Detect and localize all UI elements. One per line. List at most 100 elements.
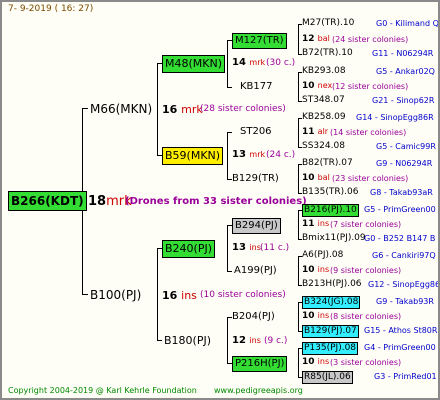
l4-node[interactable]: B82(TR).07 (302, 159, 353, 168)
l3-note: (14 sister colonies) (330, 128, 407, 137)
l4-ref: G11 - N06294R (372, 49, 434, 58)
l3-node[interactable]: A199(PJ) (234, 266, 277, 276)
l2-node[interactable]: B180(PJ) (164, 335, 211, 346)
root-queen[interactable]: B266(KDT) (8, 191, 87, 211)
connector (298, 256, 299, 285)
l4-node[interactable]: A6(PJ).08 (302, 251, 343, 260)
l3-note: (3 sister colonies) (330, 358, 402, 367)
l4-ref: G0 - Kilimand Q (376, 19, 439, 28)
l1-node[interactable]: M66(MKN) (90, 103, 152, 115)
gen-abbr: alr (317, 127, 329, 136)
connector (298, 118, 299, 147)
l1-note: (28 sister colonies) (200, 104, 286, 114)
l4-node[interactable]: R85(JL).06 (302, 371, 353, 384)
connector (82, 108, 88, 109)
footer-url[interactable]: www.pedigreeapis.org (214, 387, 303, 395)
l2-gen: 14 mrk (232, 58, 265, 68)
l2-gen: 12 ins (232, 336, 261, 346)
gen-number: 11 (302, 219, 315, 229)
l3-note: (23 sister colonies) (332, 174, 409, 183)
l4-ref: G5 - Camic99R (376, 142, 436, 151)
l3-node[interactable]: KB177 (240, 82, 273, 92)
gen-number: 10 (302, 81, 315, 91)
l2-note: (30 c.) (266, 58, 296, 68)
l4-node[interactable]: B129(PJ).07 (302, 325, 359, 338)
connector (298, 302, 299, 331)
l1-gen: 16 mrk (162, 104, 203, 115)
l4-ref: G9 - Takab93R (376, 297, 434, 306)
l2-note: (11 c.) (260, 243, 290, 253)
l4-node[interactable]: B213H(PJ).06 (302, 280, 362, 289)
l3-node[interactable]: M127(TR) (232, 33, 287, 49)
l3-node[interactable]: B294(PJ) (232, 218, 281, 234)
connector (227, 40, 228, 87)
l3-gen: 10 nex (302, 82, 332, 91)
l2-node[interactable]: M48(MKN) (162, 55, 226, 73)
node-id: B240(PJ) (165, 242, 213, 255)
date-stamp: 7- 9-2019 ( 16: 27) (8, 4, 94, 14)
l4-node[interactable]: B72(TR).10 (302, 49, 353, 58)
gen-number: 13 (232, 242, 246, 253)
node-id: B324(JG).08 (304, 297, 359, 307)
l4-node[interactable]: B324(JG).08 (302, 296, 361, 309)
l1-note: (10 sister colonies) (200, 290, 286, 300)
gen-number: 14 (232, 57, 246, 68)
l4-ref: G3 - PrimRed01 (374, 372, 437, 381)
l2-node[interactable]: B240(PJ) (162, 240, 216, 258)
l4-node[interactable]: KB258.09 (302, 113, 346, 122)
connector (227, 87, 232, 88)
l3-note: (8 sister colonies) (330, 312, 402, 321)
l3-node[interactable]: ST206 (240, 127, 272, 137)
gen-number: 11 (302, 127, 315, 137)
gen-abbr: ins (249, 336, 261, 345)
l3-node[interactable]: B204(PJ) (232, 312, 275, 322)
l4-node[interactable]: P135(PJ).08 (302, 342, 359, 355)
l3-gen: 10 ins (302, 358, 329, 367)
l2-node[interactable]: B59(MKN) (162, 147, 224, 165)
l4-node[interactable]: KB293.08 (302, 67, 346, 76)
connector (298, 348, 299, 377)
l1-gen: 16 ins (162, 290, 197, 301)
l2-gen: 13 mrk (232, 150, 265, 160)
node-id: B59(MKN) (165, 149, 221, 162)
l3-note: (9 sister colonies) (330, 266, 402, 275)
l3-node[interactable]: P216H(PJ) (232, 356, 288, 372)
gen-abbr: bal (317, 173, 330, 182)
l3-node[interactable]: B129(TR) (232, 174, 279, 184)
l3-gen: 11 ins (302, 220, 329, 229)
l4-node[interactable]: Bmix11(PJ).09 (302, 234, 366, 243)
l4-node[interactable]: ST348.07 (302, 96, 345, 105)
root-id: B266(KDT) (11, 194, 84, 208)
connector (157, 248, 158, 340)
gen-abbr: bal (317, 34, 330, 43)
l4-node[interactable]: M27(TR).10 (302, 19, 354, 28)
gen-abbr: ins (181, 289, 197, 302)
gen-number: 10 (302, 357, 315, 367)
gen-number: 10 (302, 173, 315, 183)
connector (157, 340, 162, 341)
connector (227, 271, 232, 272)
l4-ref: G8 - Takab93aR (370, 188, 433, 197)
connector (227, 132, 232, 133)
l4-node[interactable]: B135(TR).06 (302, 188, 358, 197)
connector (82, 294, 88, 295)
l2-note: (24 c.) (266, 150, 296, 160)
connector (227, 317, 228, 363)
node-id: M127(TR) (235, 35, 284, 46)
l3-gen: 10 ins (302, 266, 329, 275)
l3-gen: 11 alr (302, 128, 328, 137)
gen-number: 10 (302, 265, 315, 275)
gen-abbr: mrk (249, 150, 266, 159)
root-note: (Drones from 33 sister colonies) (125, 196, 307, 207)
footer-copyright: Copyright 2004-2019 @ Karl Kehrle Founda… (8, 386, 197, 395)
l4-node[interactable]: B216(PJ).10 (302, 204, 359, 217)
connector (298, 24, 299, 54)
l4-ref: G9 - N06294R (376, 159, 433, 168)
l1-node[interactable]: B100(PJ) (90, 289, 141, 301)
l4-ref: G0 - B252 B147 B (364, 234, 436, 243)
pedigree-frame: 7- 9-2019 ( 16: 27) B266(KDT) 18mrk (Dro… (0, 0, 440, 400)
l4-node[interactable]: SS324.08 (302, 142, 345, 151)
l3-note: (7 sister colonies) (330, 220, 402, 229)
gen-number: 12 (302, 34, 315, 44)
l2-gen: 13 ins (232, 243, 261, 253)
